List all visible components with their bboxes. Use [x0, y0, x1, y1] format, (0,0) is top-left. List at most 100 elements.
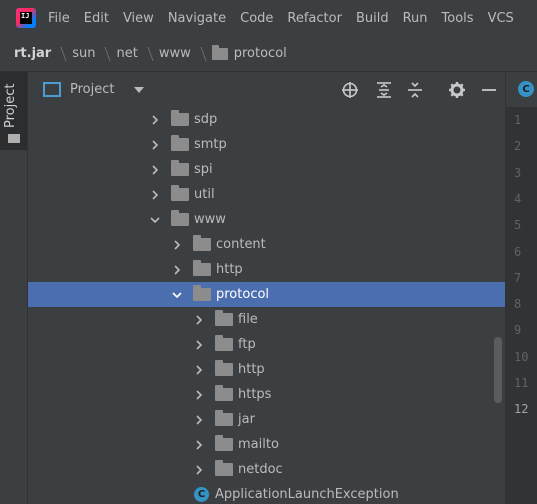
folder-icon: [171, 185, 189, 201]
project-tool-window-tab[interactable]: Project: [0, 72, 27, 150]
menu-file[interactable]: File: [48, 11, 70, 26]
folder-icon: [215, 410, 233, 426]
tree-folder-item[interactable]: sdp: [28, 107, 505, 132]
line-number: 5: [514, 218, 522, 233]
tree-class-item[interactable]: C ApplicationLaunchException: [28, 482, 505, 504]
project-view-icon: [43, 82, 61, 97]
breadcrumb: rt.jar sun net www protocol: [0, 36, 537, 72]
chevron-right-icon[interactable]: [149, 114, 161, 126]
collapse-all-icon[interactable]: [405, 80, 425, 100]
editor-tab[interactable]: C: [506, 72, 537, 107]
menu-run[interactable]: Run: [403, 11, 428, 26]
breadcrumb-item-sun[interactable]: sun: [72, 46, 95, 61]
chevron-right-icon[interactable]: [193, 414, 205, 426]
tree-item-label: http: [238, 362, 265, 377]
chevron-right-icon[interactable]: [149, 189, 161, 201]
expand-all-icon[interactable]: [374, 80, 394, 100]
breadcrumb-item-protocol[interactable]: protocol: [211, 44, 287, 61]
chevron-right-icon[interactable]: [171, 264, 183, 276]
tree-folder-item[interactable]: protocol: [28, 282, 505, 307]
tree-item-label: http: [216, 262, 243, 277]
menu-refactor[interactable]: Refactor: [287, 11, 342, 26]
tree-item-label: content: [216, 237, 266, 252]
line-number: 9: [514, 323, 522, 338]
chevron-right-icon[interactable]: [171, 239, 183, 251]
tree-item-label: https: [238, 387, 272, 402]
breadcrumb-item-label: protocol: [233, 46, 287, 61]
tree-item-label: spi: [194, 162, 213, 177]
gear-icon[interactable]: [447, 80, 467, 100]
folder-icon: [171, 160, 189, 176]
breadcrumb-item-www[interactable]: www: [159, 46, 191, 61]
chevron-right-icon: [97, 46, 112, 61]
line-number: 2: [514, 139, 522, 154]
folder-icon: [171, 210, 189, 226]
folder-icon: [193, 285, 211, 301]
tree-folder-item[interactable]: www: [28, 207, 505, 232]
chevron-right-icon[interactable]: [193, 339, 205, 351]
folder-icon: [171, 110, 189, 126]
chevron-right-icon[interactable]: [149, 164, 161, 176]
project-tab-label: Project: [3, 83, 18, 128]
tree-item-label: smtp: [194, 137, 227, 152]
menu-tools[interactable]: Tools: [442, 11, 474, 26]
line-number: 8: [514, 297, 522, 312]
tree-folder-item[interactable]: netdoc: [28, 457, 505, 482]
tree-folder-item[interactable]: http: [28, 357, 505, 382]
chevron-right-icon[interactable]: [149, 139, 161, 151]
tree-item-label: mailto: [238, 437, 279, 452]
folder-icon: [215, 335, 233, 351]
tree-folder-item[interactable]: spi: [28, 157, 505, 182]
menu-vcs[interactable]: VCS: [488, 11, 514, 26]
tree-folder-item[interactable]: http: [28, 257, 505, 282]
chevron-right-icon[interactable]: [193, 464, 205, 476]
line-number: 11: [514, 376, 529, 390]
menu-build[interactable]: Build: [356, 11, 389, 26]
tree-folder-item[interactable]: jar: [28, 407, 505, 432]
folder-icon: [215, 435, 233, 451]
breadcrumb-item-rt-jar[interactable]: rt.jar: [14, 46, 51, 61]
locate-crosshair-icon[interactable]: [340, 80, 360, 100]
tree-item-label: protocol: [216, 287, 270, 302]
folder-icon: [8, 134, 20, 143]
tree-item-label: www: [194, 212, 226, 227]
chevron-right-icon: [193, 46, 207, 61]
line-number: 6: [514, 244, 522, 259]
tree-folder-item[interactable]: ftp: [28, 332, 505, 357]
line-number-gutter: 1 2 3 4 5 6 7 8 9 10 11 12: [506, 107, 537, 504]
folder-icon: [215, 360, 233, 376]
vertical-scrollbar[interactable]: [494, 337, 502, 403]
line-number: 3: [514, 165, 522, 180]
project-tree: sdp smtp spi util www content http protocol file…: [28, 107, 505, 504]
tree-item-label: jar: [238, 412, 255, 427]
class-icon: C: [518, 81, 534, 97]
chevron-down-icon[interactable]: [134, 86, 145, 93]
folder-icon: [193, 260, 211, 276]
tree-folder-item[interactable]: mailto: [28, 432, 505, 457]
tree-folder-item[interactable]: file: [28, 307, 505, 332]
folder-icon: [215, 385, 233, 401]
line-number: 12: [514, 402, 529, 417]
menu-navigate[interactable]: Navigate: [168, 11, 226, 26]
chevron-right-icon[interactable]: [193, 364, 205, 376]
chevron-down-icon[interactable]: [149, 214, 161, 226]
tree-folder-item[interactable]: content: [28, 232, 505, 257]
menu-edit[interactable]: Edit: [84, 11, 109, 26]
tree-folder-item[interactable]: util: [28, 182, 505, 207]
intellij-logo-icon: IJ: [16, 8, 36, 28]
tree-folder-item[interactable]: https: [28, 382, 505, 407]
folder-icon: [215, 310, 233, 326]
tree-folder-item[interactable]: smtp: [28, 132, 505, 157]
menu-code[interactable]: Code: [240, 11, 273, 26]
chevron-right-icon[interactable]: [193, 314, 205, 326]
chevron-right-icon[interactable]: [193, 439, 205, 451]
hide-panel-icon[interactable]: [479, 80, 499, 100]
breadcrumb-item-net[interactable]: net: [116, 46, 137, 61]
project-view-selector[interactable]: Project: [70, 82, 114, 97]
project-panel: Project sdp smtp spi util www content ht…: [28, 72, 505, 504]
chevron-right-icon[interactable]: [193, 389, 205, 401]
chevron-down-icon[interactable]: [171, 289, 183, 301]
ide-window: IJ File Edit View Navigate Code Refactor…: [0, 0, 537, 504]
menu-view[interactable]: View: [123, 11, 154, 26]
menu-bar: IJ File Edit View Navigate Code Refactor…: [0, 0, 537, 36]
